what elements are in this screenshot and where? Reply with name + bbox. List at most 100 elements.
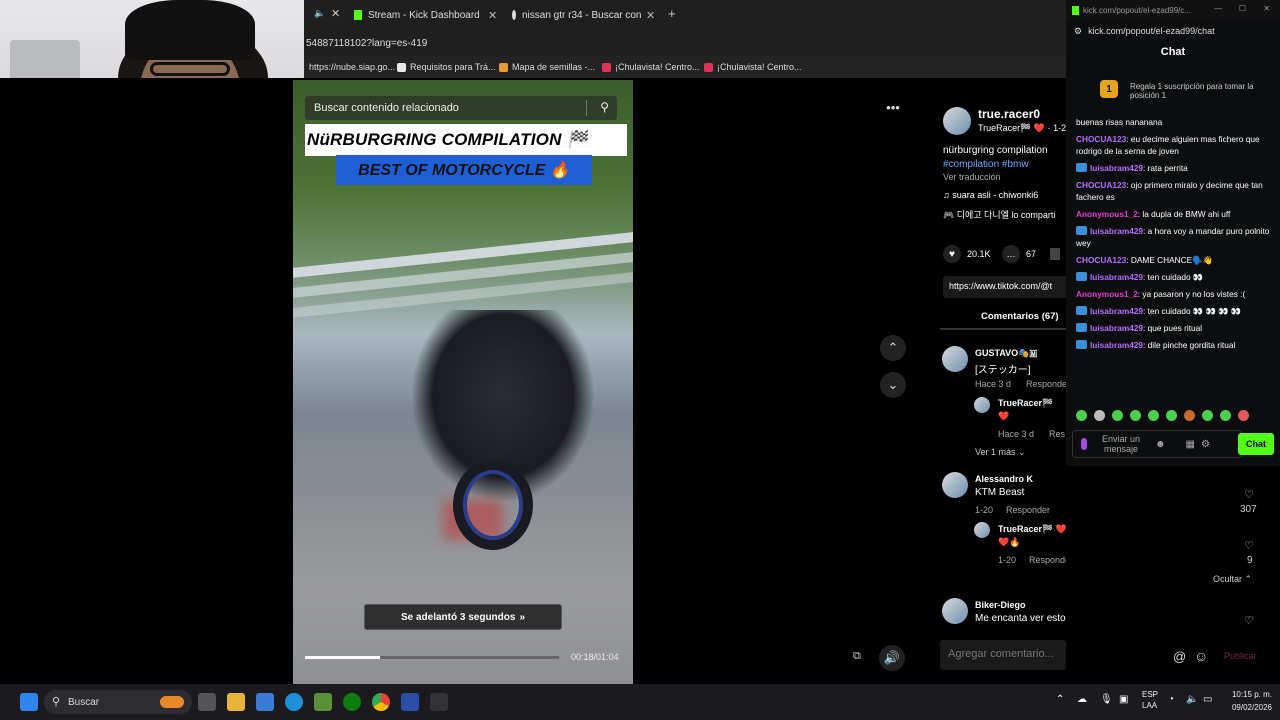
volume-icon[interactable]: 🔈 bbox=[1186, 694, 1198, 705]
close-window-icon[interactable]: ✕ bbox=[1263, 4, 1270, 13]
translate-link[interactable]: Ver traducción bbox=[943, 172, 1001, 182]
chat-username[interactable]: Anonymous1_2 bbox=[1076, 209, 1138, 219]
comment-username[interactable]: TrueRacer🏁 ❤️ · Creador bbox=[998, 524, 1066, 535]
emote-icon[interactable] bbox=[1184, 410, 1195, 421]
close-tab-icon[interactable]: ✕ bbox=[646, 4, 655, 26]
comment-username[interactable]: Alessandro K bbox=[975, 474, 1033, 484]
obs-icon[interactable] bbox=[430, 693, 448, 711]
chrome-icon[interactable] bbox=[372, 693, 390, 711]
chat-username[interactable]: CHOCUA123 bbox=[1076, 134, 1126, 144]
chat-url-bar[interactable]: ⚙ kick.com/popout/el-ezad99/chat bbox=[1066, 20, 1280, 42]
comment-like-icon[interactable]: ♡ bbox=[1244, 614, 1254, 627]
previous-video-button[interactable]: ⌃ bbox=[880, 335, 906, 361]
comment-avatar[interactable] bbox=[974, 522, 990, 538]
close-tab-icon[interactable]: ✕ bbox=[488, 4, 497, 26]
publish-button[interactable]: Publicar bbox=[1224, 651, 1257, 661]
comment-avatar[interactable] bbox=[942, 472, 968, 498]
comment-avatar[interactable] bbox=[942, 346, 968, 372]
store-icon[interactable]: ▦ bbox=[1186, 439, 1195, 450]
comment-username[interactable]: GUSTAVO🎭🇲 bbox=[975, 348, 1037, 359]
chat-username[interactable]: CHOCUA123 bbox=[1076, 255, 1126, 265]
bookmark-item[interactable]: Requisitos para Trá... bbox=[397, 62, 496, 72]
task-view-icon[interactable] bbox=[198, 693, 216, 711]
volume-icon[interactable]: 🔊 bbox=[879, 645, 905, 671]
reply-button[interactable]: Responder bbox=[1006, 505, 1050, 515]
chat-username[interactable]: luisabram429 bbox=[1090, 163, 1143, 173]
hide-replies[interactable]: Ocultar ⌃ bbox=[1213, 574, 1252, 585]
site-settings-icon[interactable]: ⚙ bbox=[1074, 26, 1082, 37]
gift-sub-banner[interactable]: 1 Regala 1 suscripción para tomar la pos… bbox=[1074, 74, 1274, 108]
comment-avatar[interactable] bbox=[974, 397, 990, 413]
windows-start-icon[interactable] bbox=[20, 693, 38, 711]
store-icon[interactable] bbox=[256, 693, 274, 711]
more-options-icon[interactable]: ••• bbox=[880, 94, 906, 120]
add-comment-input[interactable]: Agregar comentario... bbox=[940, 640, 1066, 670]
bookmark-item[interactable]: Mapa de semillas -... bbox=[499, 62, 595, 72]
bookmark-item[interactable]: ¡Chulavista! Centro... bbox=[602, 62, 700, 72]
chat-username[interactable]: luisabram429 bbox=[1090, 306, 1143, 316]
address-bar[interactable]: 54887118102?lang=es-419 bbox=[304, 28, 1066, 56]
keyboard-language[interactable]: ESP LAA bbox=[1142, 689, 1158, 711]
bookmark-item[interactable]: https://nube.siap.go... bbox=[309, 62, 395, 72]
new-tab-icon[interactable]: + bbox=[668, 6, 676, 21]
emote-icon[interactable] bbox=[1166, 410, 1177, 421]
bookmark-icon[interactable] bbox=[1050, 248, 1060, 260]
post-music[interactable]: ♫ suara asli - chiwonki6 bbox=[943, 190, 1038, 200]
tab-kick-dashboard[interactable]: Stream - Kick Dashboard bbox=[354, 4, 499, 26]
file-explorer-icon[interactable] bbox=[227, 693, 245, 711]
clock[interactable]: 10:15 p. m. 09/02/2026 bbox=[1232, 688, 1272, 714]
reply-button[interactable]: Responder bbox=[1026, 379, 1066, 389]
comment-avatar[interactable] bbox=[942, 598, 968, 624]
chat-username[interactable]: CHOCUA123 bbox=[1076, 180, 1126, 190]
outlook-icon[interactable] bbox=[401, 693, 419, 711]
tab-comments[interactable]: Comentarios (67) bbox=[981, 311, 1059, 322]
edge-icon[interactable] bbox=[285, 693, 303, 711]
floating-player-icon[interactable]: ⧉ bbox=[853, 650, 861, 663]
emote-icon[interactable] bbox=[1112, 410, 1123, 421]
tab-google-search[interactable]: nissan gtr r34 - Buscar con Goo bbox=[512, 4, 642, 26]
emote-icon[interactable] bbox=[1202, 410, 1213, 421]
comment-like-icon[interactable]: ♡ bbox=[1244, 539, 1254, 552]
related-search-input[interactable]: Buscar contenido relacionado ⚲ bbox=[305, 96, 617, 120]
reply-button[interactable]: Responder bbox=[1029, 555, 1066, 565]
mention-icon[interactable]: @ bbox=[1173, 649, 1186, 664]
microphone-icon[interactable] bbox=[1081, 438, 1087, 450]
post-hashtags[interactable]: #compilation #bmw bbox=[943, 159, 1029, 170]
chat-username[interactable]: luisabram429 bbox=[1090, 340, 1143, 350]
next-video-button[interactable]: ⌄ bbox=[880, 372, 906, 398]
onedrive-icon[interactable]: ☁ bbox=[1077, 694, 1087, 705]
taskbar-search[interactable]: ⚲ Buscar bbox=[44, 690, 192, 714]
emoji-icon[interactable]: ☻ bbox=[1155, 439, 1166, 450]
speaker-icon[interactable]: 🔈 bbox=[314, 8, 325, 19]
minimize-icon[interactable]: — bbox=[1214, 4, 1222, 13]
settings-gear-icon[interactable]: ⚙ bbox=[1201, 439, 1210, 450]
comments-button[interactable]: … 67 bbox=[1002, 245, 1036, 263]
minecraft-icon[interactable] bbox=[314, 693, 332, 711]
maximize-icon[interactable]: ☐ bbox=[1239, 4, 1246, 13]
chevron-up-icon[interactable]: ⌃ bbox=[1056, 694, 1064, 705]
like-button[interactable]: ♥ 20.1K bbox=[943, 245, 991, 263]
chat-username[interactable]: luisabram429 bbox=[1090, 272, 1143, 282]
search-icon[interactable]: ⚲ bbox=[600, 100, 609, 114]
close-icon[interactable]: ✕ bbox=[331, 7, 340, 20]
battery-icon[interactable]: ▭ bbox=[1203, 694, 1212, 705]
emote-icon[interactable] bbox=[1130, 410, 1141, 421]
comment-username[interactable]: TrueRacer🏁 bbox=[998, 398, 1053, 409]
xbox-icon[interactable] bbox=[343, 693, 361, 711]
chat-username[interactable]: luisabram429 bbox=[1090, 226, 1143, 236]
reply-button[interactable]: Res bbox=[1049, 429, 1065, 439]
comment-username[interactable]: Biker-Diego bbox=[975, 600, 1026, 610]
emote-icon[interactable] bbox=[1238, 410, 1249, 421]
view-more-replies[interactable]: Ver 1 más ⌄ bbox=[975, 447, 1026, 458]
emote-icon[interactable] bbox=[1076, 410, 1087, 421]
chat-message-input[interactable]: Enviar un mensaje ☻ ▦ ⚙ bbox=[1072, 430, 1242, 458]
app-tray-icon[interactable]: ▣ bbox=[1119, 694, 1128, 705]
copy-link-field[interactable]: https://www.tiktok.com/@t bbox=[943, 276, 1066, 298]
emote-icon[interactable] bbox=[1094, 410, 1105, 421]
emote-icon[interactable] bbox=[1220, 410, 1231, 421]
emote-icon[interactable] bbox=[1148, 410, 1159, 421]
wifi-icon[interactable]: ◔ bbox=[1168, 694, 1174, 705]
comment-like-icon[interactable]: ♡ bbox=[1244, 488, 1254, 501]
chat-username[interactable]: Anonymous1_2 bbox=[1076, 289, 1138, 299]
chat-send-button[interactable]: Chat bbox=[1238, 433, 1274, 455]
